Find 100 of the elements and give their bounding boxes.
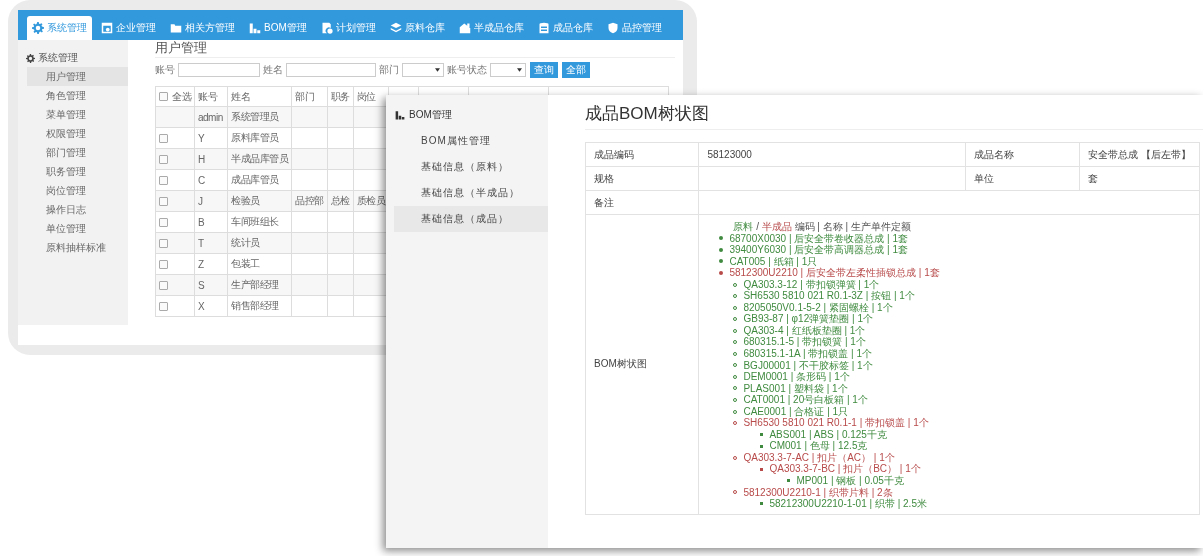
tree-item: CM001 | 色母 | 12.5克 — [769, 440, 868, 452]
checkbox[interactable] — [159, 92, 168, 101]
filter-label: 账号 — [155, 63, 175, 77]
nav-tab[interactable]: 品控管理 — [601, 16, 667, 40]
sidebar-item[interactable]: 职务管理 — [27, 162, 128, 181]
nav-tab[interactable]: 原料仓库 — [384, 16, 450, 40]
checkbox[interactable] — [159, 302, 168, 312]
document-icon — [320, 22, 333, 34]
tree-legend: 原料 / 半成品 编码 | 名称 | 生产单件定额 — [733, 221, 911, 233]
bars-icon — [395, 110, 405, 120]
field-label: 备注 — [585, 190, 699, 215]
sidebar-item[interactable]: 操作日志 — [27, 200, 128, 219]
sidebar-item[interactable]: 基础信息（半成品） — [394, 180, 548, 206]
tree-item: QA303-4 | 红纸板垫圈 | 1个 — [743, 324, 866, 337]
sidebar-item[interactable]: 单位管理 — [27, 219, 128, 238]
sidebar-item[interactable]: 基础信息（成品） — [394, 206, 548, 232]
caret-icon — [435, 68, 440, 72]
sidebar-item[interactable]: 基础信息（原料） — [394, 154, 548, 180]
table-cell: X — [194, 295, 228, 317]
bars-icon — [249, 22, 261, 34]
checkbox[interactable] — [159, 281, 168, 291]
tree-item: QA303.3-12 | 带扣锁弹簧 | 1个 — [743, 278, 880, 291]
tree-item: CAE0001 | 合格证 | 1只 — [743, 405, 849, 418]
table-cell: 原料库管员 — [227, 127, 292, 149]
column-header: 职务 — [327, 86, 353, 107]
page-title: 成品BOM树状图 — [585, 102, 1203, 130]
column-header: 部门 — [291, 86, 327, 107]
tree-item: SH6530 5810 021 R0.1-3Z | 按钮 | 1个 — [743, 290, 915, 302]
filter-label: 部门 — [379, 63, 399, 77]
field-value: 套 — [1079, 166, 1200, 191]
checkbox[interactable] — [159, 239, 168, 249]
text-field[interactable] — [286, 63, 376, 77]
tree-item: 5812300U2210-1 | 织带片料 | 2条 — [743, 486, 893, 498]
sidebar-item[interactable]: 原料抽样标准 — [27, 238, 128, 257]
nav-tab[interactable]: 系统管理 — [27, 16, 92, 40]
table-cell: Y — [194, 127, 228, 149]
tree-item: QA303.3-7-BC | 扣片（BC） | 1个 — [769, 463, 921, 476]
checkbox[interactable] — [159, 197, 168, 207]
bullet-icon — [719, 259, 724, 264]
checkbox[interactable] — [159, 176, 168, 186]
checkbox[interactable] — [159, 218, 168, 228]
filter-label: 姓名 — [263, 63, 283, 77]
bullet-icon — [760, 502, 764, 506]
checkbox[interactable] — [159, 134, 168, 144]
tree-item: 8205050V0.1-5-2 | 紧固螺栓 | 1个 — [743, 301, 893, 314]
table-cell: C — [194, 169, 228, 191]
sidebar-heading: 系统管理 — [38, 51, 78, 65]
bullet-icon — [760, 444, 764, 448]
sidebar-item[interactable]: 菜单管理 — [27, 105, 128, 124]
layers-icon — [389, 22, 402, 34]
sidebar-item[interactable]: BOM属性管理 — [394, 128, 548, 154]
bullet-icon — [719, 270, 724, 275]
table-cell: 成品库管员 — [227, 169, 292, 191]
tree-item: 58212300U2210-1-01 | 织带 | 2.5米 — [769, 498, 927, 510]
cabinet-icon — [537, 22, 550, 34]
page-title: 用户管理 — [155, 40, 675, 58]
nav-tab[interactable]: 相关方管理 — [165, 16, 240, 40]
sidebar-item[interactable]: 岗位管理 — [27, 181, 128, 200]
window-icon — [101, 22, 113, 34]
table-cell: 销售部经理 — [227, 295, 292, 317]
checkbox[interactable] — [159, 260, 168, 270]
tree-item: 680315.1-1A | 带扣锁盖 | 1个 — [743, 348, 873, 360]
nav-tab[interactable]: 计划管理 — [315, 16, 381, 40]
nav-tab[interactable]: 企业管理 — [96, 16, 161, 40]
filter-button[interactable]: 全部 — [562, 62, 590, 78]
caret-icon — [517, 68, 522, 72]
sidebar-item[interactable]: 用户管理 — [27, 67, 128, 86]
tree-item: SH6530 5810 021 R0.1-1 | 带扣锁盖 | 1个 — [743, 417, 929, 429]
tree-item: 5812300U2210 | 后安全带左柔性插锁总成 | 1套 — [729, 267, 940, 279]
field-value: 安全带总成 【后左带】 — [1079, 142, 1200, 167]
sidebar-item[interactable]: 部门管理 — [27, 143, 128, 162]
sidebar-item[interactable]: 角色管理 — [27, 86, 128, 105]
select-field[interactable] — [490, 63, 526, 77]
tree-item: PLAS001 | 塑料袋 | 1个 — [743, 382, 848, 395]
sidebar-item[interactable]: 权限管理 — [27, 124, 128, 143]
bullet-icon — [719, 236, 724, 241]
folder-icon — [170, 22, 182, 34]
tree-item: MP001 | 钢板 | 0.05千克 — [796, 475, 904, 487]
bullet-icon — [760, 467, 764, 471]
tree-item: 39400Y6030 | 后安全带高调器总成 | 1套 — [729, 244, 909, 256]
tree-item: CAT005 | 纸箱 | 1只 — [729, 255, 818, 267]
field-label: 成品编码 — [585, 142, 699, 167]
nav-tab[interactable]: BOM管理 — [244, 16, 312, 40]
tree-item: ABS001 | ABS | 0.125千克 — [769, 428, 887, 441]
field-label: 规格 — [585, 166, 699, 191]
checkbox[interactable] — [159, 155, 168, 165]
filter-button[interactable]: 查询 — [530, 62, 558, 78]
tree-item: BGJ00001 | 不干胶标签 | 1个 — [743, 359, 873, 371]
bullet-icon — [787, 479, 791, 483]
select-field[interactable] — [402, 63, 444, 77]
gear-icon — [32, 22, 44, 34]
field-value: 58123000 — [698, 142, 966, 167]
text-field[interactable] — [178, 63, 260, 77]
nav-tab[interactable]: 成品仓库 — [532, 16, 598, 40]
sidebar-heading: BOM管理 — [409, 108, 452, 122]
tree-item: GB93-87 | φ12弹簧垫圈 | 1个 — [743, 313, 873, 325]
bullet-icon — [719, 247, 724, 252]
nav-tab[interactable]: 半成品仓库 — [453, 16, 529, 40]
column-header: 姓名 — [227, 86, 292, 107]
select-all-label: 全选 — [172, 89, 191, 104]
